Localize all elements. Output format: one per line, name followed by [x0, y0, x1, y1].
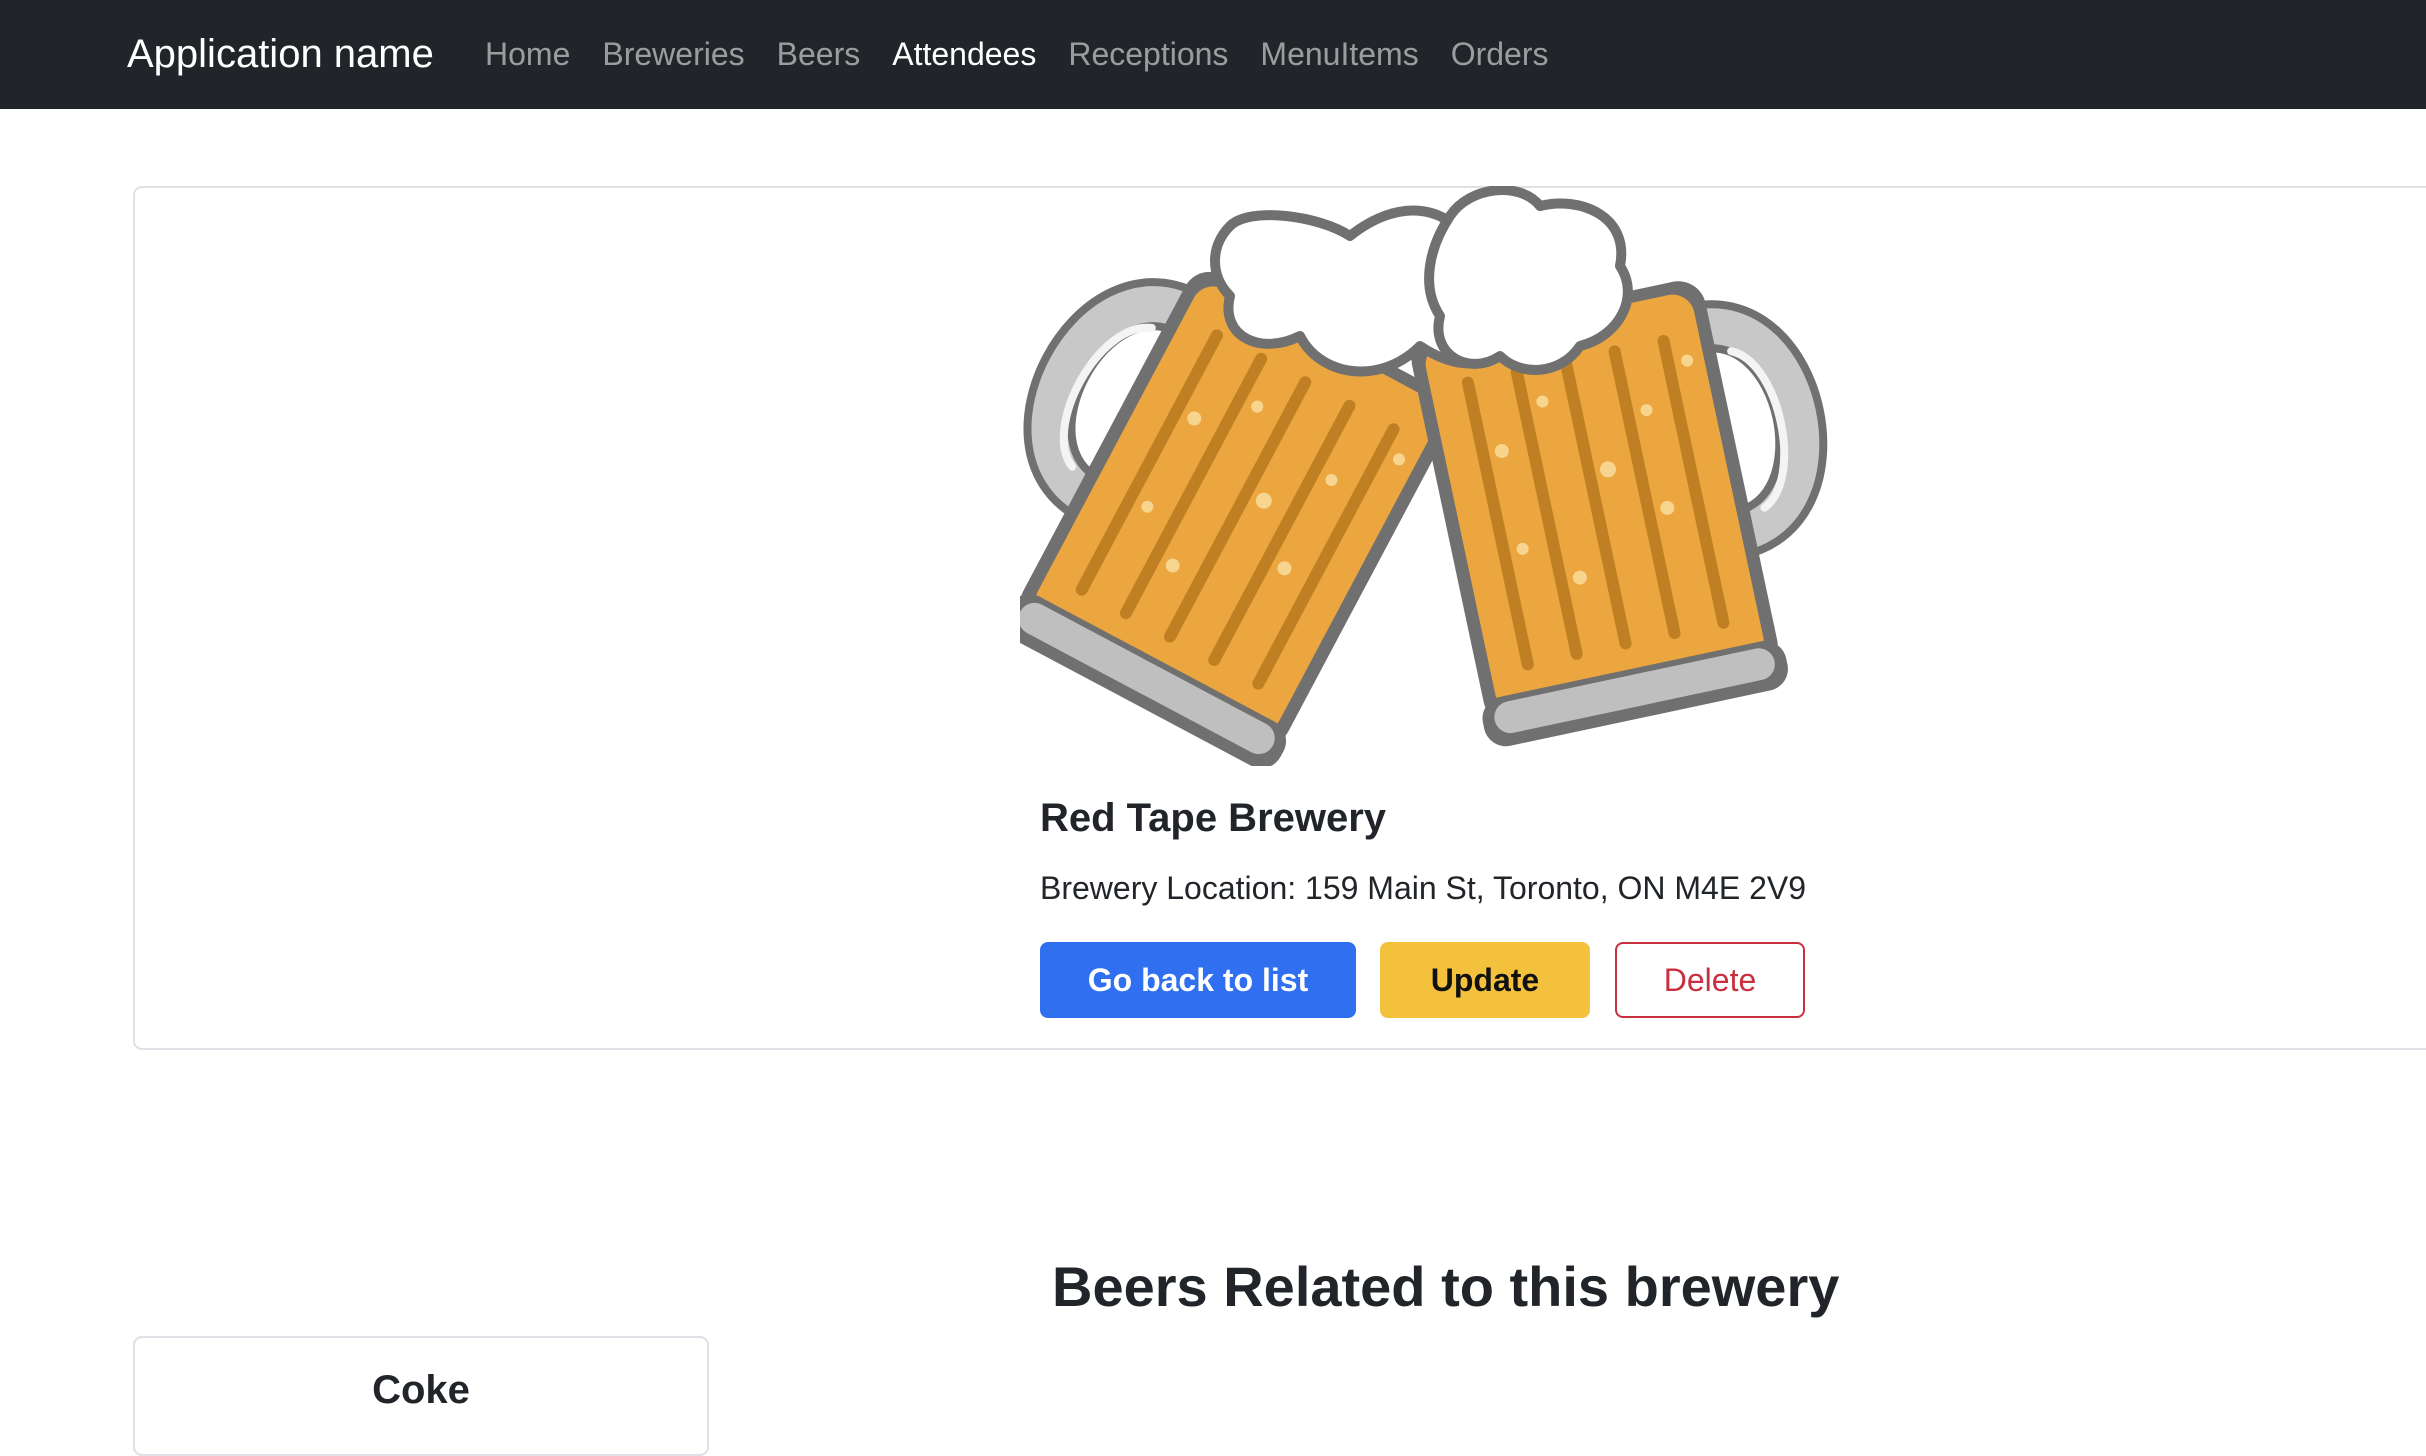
brewery-location: Brewery Location: 159 Main St, Toronto, … — [1040, 870, 1807, 906]
related-beer-card[interactable]: Coke — [133, 1336, 709, 1456]
beer-mugs-icon — [1020, 186, 1828, 766]
nav-links: Home Breweries Beers Attendees Reception… — [485, 0, 1581, 109]
nav-link-menuitems[interactable]: MenuItems — [1260, 36, 1418, 73]
nav-link-orders[interactable]: Orders — [1451, 36, 1549, 73]
nav-link-beers[interactable]: Beers — [777, 36, 861, 73]
app-brand[interactable]: Application name — [127, 0, 434, 109]
delete-button[interactable]: Delete — [1615, 942, 1805, 1018]
nav-link-receptions[interactable]: Receptions — [1068, 36, 1228, 73]
nav-link-attendees[interactable]: Attendees — [892, 36, 1036, 73]
update-button[interactable]: Update — [1380, 942, 1590, 1018]
nav-link-home[interactable]: Home — [485, 36, 570, 73]
go-back-button[interactable]: Go back to list — [1040, 942, 1356, 1018]
nav-link-breweries[interactable]: Breweries — [602, 36, 744, 73]
beer-card-title: Coke — [372, 1368, 470, 1412]
brewery-name: Red Tape Brewery — [1040, 796, 1387, 840]
top-navbar: Application name Home Breweries Beers At… — [0, 0, 2426, 109]
related-beers-heading: Beers Related to this brewery — [1052, 1255, 1840, 1318]
